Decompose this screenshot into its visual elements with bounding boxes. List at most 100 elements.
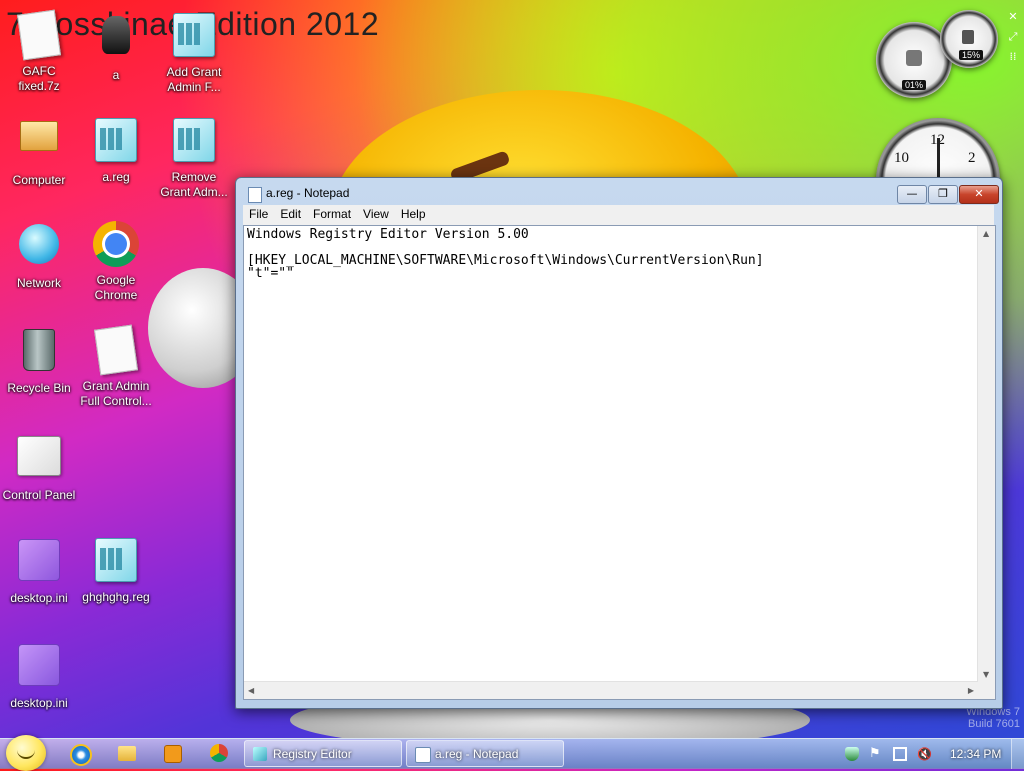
document-file-icon bbox=[92, 324, 140, 376]
pinned-internet-explorer[interactable] bbox=[64, 742, 98, 766]
desktop: 7 Bosskinae Edition 2012 GAFC fixed.7z a… bbox=[0, 0, 1024, 738]
icon-label: desktop.ini bbox=[10, 696, 68, 710]
archive-file-icon bbox=[15, 9, 63, 61]
clock-number: 10 bbox=[894, 150, 909, 166]
icon-label: Control Panel bbox=[2, 488, 76, 502]
desktop-icon-gafc[interactable]: GAFC fixed.7z bbox=[1, 9, 77, 94]
desktop-icon-remove-grant-admin[interactable]: Remove Grant Adm... bbox=[156, 115, 232, 200]
pinned-media-player[interactable] bbox=[156, 742, 190, 766]
bag-icon bbox=[92, 16, 140, 64]
menu-help[interactable]: Help bbox=[395, 205, 432, 221]
registry-file-icon bbox=[170, 13, 218, 61]
notepad-icon bbox=[248, 187, 262, 203]
registry-file-icon bbox=[170, 118, 218, 166]
menu-format[interactable]: Format bbox=[307, 205, 357, 221]
start-button[interactable] bbox=[6, 735, 46, 771]
taskbar-button-registry-editor[interactable]: Registry Editor bbox=[244, 740, 402, 767]
icon-label: Remove Grant Adm... bbox=[160, 170, 228, 199]
scroll-down-icon[interactable]: ▼ bbox=[983, 670, 989, 679]
memory-meter-gadget[interactable]: 15% bbox=[940, 10, 998, 68]
registry-editor-icon bbox=[253, 747, 267, 761]
windows-watermark: Windows 7 Build 7601 bbox=[960, 706, 1020, 730]
gadget-close-icon[interactable]: ✕ bbox=[1006, 10, 1020, 24]
recycle-bin-icon bbox=[15, 329, 63, 377]
registry-file-icon bbox=[92, 118, 140, 166]
pinned-file-explorer[interactable] bbox=[110, 742, 144, 766]
taskbar-button-label: a.reg - Notepad bbox=[435, 747, 519, 761]
chrome-icon bbox=[92, 221, 140, 269]
network-icon bbox=[15, 224, 63, 272]
close-button[interactable]: ✕ bbox=[959, 185, 999, 204]
desktop-icon-recycle-bin[interactable]: Recycle Bin bbox=[1, 325, 77, 396]
media-player-icon bbox=[164, 745, 182, 763]
icon-label: Google Chrome bbox=[94, 273, 138, 302]
menu-view[interactable]: View bbox=[357, 205, 395, 221]
notepad-text-content[interactable]: Windows Registry Editor Version 5.00 [HK… bbox=[247, 228, 975, 681]
scroll-up-icon[interactable]: ▲ bbox=[983, 229, 989, 238]
scroll-left-icon[interactable]: ◀ bbox=[248, 686, 254, 695]
control-panel-icon bbox=[15, 436, 63, 484]
chrome-icon bbox=[210, 744, 228, 762]
icon-label: a.reg bbox=[102, 170, 130, 184]
menu-file[interactable]: File bbox=[243, 205, 274, 221]
clock-number: 2 bbox=[968, 150, 976, 166]
settings-file-icon bbox=[15, 539, 63, 587]
horizontal-scrollbar[interactable]: ◀ ▶ bbox=[244, 681, 978, 699]
show-desktop-button[interactable] bbox=[1011, 739, 1024, 769]
icon-label: a bbox=[112, 68, 120, 82]
icon-label: GAFC fixed.7z bbox=[18, 64, 60, 93]
scrollbar-corner bbox=[978, 682, 995, 699]
desktop-icon-a-reg[interactable]: a.reg bbox=[78, 115, 154, 185]
pinned-chrome[interactable] bbox=[202, 742, 236, 766]
notepad-titlebar[interactable]: a.reg - Notepad — ❐ ✕ bbox=[236, 178, 1002, 208]
gadget-drag-handle-icon[interactable]: ⁞⁞ bbox=[1006, 50, 1020, 64]
security-shield-icon[interactable] bbox=[845, 747, 859, 761]
clock-hand bbox=[937, 138, 940, 182]
folder-icon bbox=[118, 746, 136, 761]
vertical-scrollbar[interactable]: ▲ ▼ bbox=[977, 226, 995, 682]
notepad-window[interactable]: a.reg - Notepad — ❐ ✕ File Edit Format View… bbox=[235, 177, 1003, 709]
internet-explorer-icon bbox=[70, 744, 92, 766]
icon-label: Grant Admin Full Control... bbox=[80, 379, 152, 408]
cpu-icon bbox=[906, 50, 922, 66]
taskbar-button-label: Registry Editor bbox=[273, 747, 352, 761]
computer-icon bbox=[15, 121, 63, 169]
desktop-icon-add-grant-admin[interactable]: Add Grant Admin F... bbox=[156, 10, 232, 95]
desktop-icon-desktop-ini-2[interactable]: desktop.ini bbox=[1, 640, 77, 711]
action-center-flag-icon[interactable]: ⚑ bbox=[869, 747, 883, 761]
notepad-icon bbox=[415, 747, 431, 763]
desktop-icon-google-chrome[interactable]: Google Chrome bbox=[78, 220, 154, 303]
desktop-icon-computer[interactable]: Computer bbox=[1, 115, 77, 188]
icon-label: Add Grant Admin F... bbox=[166, 65, 222, 94]
taskbar-button-notepad[interactable]: a.reg - Notepad bbox=[406, 740, 564, 767]
network-tray-icon[interactable] bbox=[893, 747, 907, 761]
notepad-title: a.reg - Notepad bbox=[266, 186, 350, 200]
settings-file-icon bbox=[15, 644, 63, 692]
desktop-icon-network[interactable]: Network bbox=[1, 220, 77, 291]
taskbar: Registry Editor a.reg - Notepad ⚑ 🔇 12:3… bbox=[0, 735, 1024, 771]
desktop-icon-control-panel[interactable]: Control Panel bbox=[1, 430, 77, 503]
cpu-value: 01% bbox=[902, 80, 927, 90]
notepad-menubar: File Edit Format View Help bbox=[243, 205, 994, 225]
notepad-edit-area[interactable]: Windows Registry Editor Version 5.00 [HK… bbox=[243, 225, 996, 700]
restore-button[interactable]: ❐ bbox=[928, 185, 958, 204]
memory-icon bbox=[962, 30, 974, 44]
volume-muted-icon[interactable]: 🔇 bbox=[917, 747, 932, 761]
icon-label: desktop.ini bbox=[10, 591, 68, 605]
desktop-icon-desktop-ini-1[interactable]: desktop.ini bbox=[1, 535, 77, 606]
desktop-icon-ghghghg-reg[interactable]: ghghghg.reg bbox=[78, 535, 154, 605]
memory-value: 15% bbox=[959, 50, 984, 60]
desktop-icon-grant-admin-full-control[interactable]: Grant Admin Full Control... bbox=[78, 324, 154, 409]
menu-edit[interactable]: Edit bbox=[274, 205, 307, 221]
gadget-resize-icon[interactable]: ⤢ bbox=[1006, 30, 1020, 44]
icon-label: Recycle Bin bbox=[7, 381, 71, 395]
minimize-button[interactable]: — bbox=[897, 185, 927, 204]
desktop-icon-a[interactable]: a bbox=[78, 10, 154, 83]
scroll-right-icon[interactable]: ▶ bbox=[968, 686, 974, 695]
icon-label: Computer bbox=[12, 173, 66, 187]
registry-file-icon bbox=[92, 538, 140, 586]
icon-label: ghghghg.reg bbox=[82, 590, 150, 604]
watermark-line: Build 7601 bbox=[968, 718, 1020, 730]
icon-label: Network bbox=[16, 276, 61, 290]
taskbar-clock[interactable]: 12:34 PM bbox=[950, 747, 1001, 761]
